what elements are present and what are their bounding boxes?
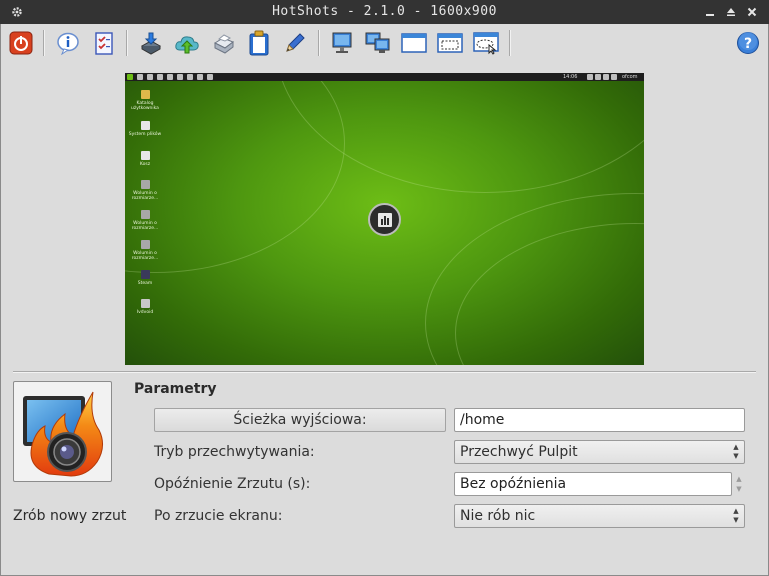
desktop-icon: Steam xyxy=(128,270,162,286)
desktop-icon: Wolumin o rozmiarze... xyxy=(128,180,162,201)
taskbar-icon xyxy=(197,74,203,80)
toolbar-separator xyxy=(126,30,127,56)
toolbar-separator xyxy=(318,30,319,56)
capture-mode-value: Przechwyć Pulpit xyxy=(460,444,578,460)
upload-icon[interactable] xyxy=(173,29,201,57)
desktop-icon: Wolumin o rozmiarze... xyxy=(128,240,162,261)
desktop-icon: Wolumin o rozmiarze... xyxy=(128,210,162,231)
app-logo-icon xyxy=(368,203,401,236)
menu-icon xyxy=(127,74,133,80)
maximize-icon[interactable] xyxy=(722,3,740,21)
close-icon[interactable] xyxy=(743,3,761,21)
tray-icon xyxy=(595,74,601,80)
output-path-button[interactable]: Ścieżka wyjściowa: xyxy=(154,408,446,432)
params-title: Parametry xyxy=(134,381,217,397)
title-bar: HotShots - 2.1.0 - 1600x900 xyxy=(0,0,769,24)
taskbar-icon xyxy=(177,74,183,80)
after-capture-select[interactable]: Nie rób nic ▲ ▼ xyxy=(454,504,745,528)
tray-icon xyxy=(587,74,593,80)
desktop-icon: System plików xyxy=(128,121,162,137)
window-title: HotShots - 2.1.0 - 1600x900 xyxy=(272,4,497,19)
taskbar-icon xyxy=(157,74,163,80)
delay-spinbox[interactable]: Bez opóźnienia xyxy=(454,472,732,496)
capture-mode-select[interactable]: Przechwyć Pulpit ▲ ▼ xyxy=(454,440,745,464)
after-capture-label: Po zrzucie ekranu: xyxy=(154,508,283,524)
desktop-icon: Ivdvoid xyxy=(128,299,162,315)
preview-clock: 14:06 xyxy=(563,74,578,80)
freehand-icon[interactable] xyxy=(472,29,500,57)
help-icon[interactable]: ? xyxy=(734,29,762,57)
edit-icon[interactable] xyxy=(281,29,309,57)
tasks-icon[interactable] xyxy=(90,29,118,57)
delay-spin-buttons[interactable]: ▲ ▼ xyxy=(733,472,745,496)
window-icon[interactable] xyxy=(400,29,428,57)
taskbar-icon xyxy=(207,74,213,80)
taskbar-icon xyxy=(167,74,173,80)
print-icon[interactable] xyxy=(209,29,237,57)
clipboard-icon[interactable] xyxy=(245,29,273,57)
screenshot-preview: 14:06 ofcom Katalog użytkownika System p… xyxy=(125,73,644,365)
hotshots-logo-icon xyxy=(22,391,103,477)
after-capture-value: Nie rób nic xyxy=(460,508,536,524)
toolbar-separator xyxy=(43,30,44,56)
minimize-icon[interactable] xyxy=(701,3,719,21)
about-icon[interactable] xyxy=(54,29,82,57)
capture-mode-label: Tryb przechwytywania: xyxy=(154,444,315,460)
new-shot-label[interactable]: Zrób nowy zrzut xyxy=(13,508,126,524)
multiscreen-icon[interactable] xyxy=(364,29,392,57)
tray-icon xyxy=(611,74,617,80)
output-path-field[interactable]: /home xyxy=(454,408,745,432)
preview-user: ofcom xyxy=(622,74,638,80)
chevron-updown-icon: ▲ ▼ xyxy=(733,443,739,460)
desktop-icon: Kosz xyxy=(128,151,162,167)
preview-taskbar: 14:06 ofcom xyxy=(125,73,644,81)
region-icon[interactable] xyxy=(436,29,464,57)
new-shot-button[interactable] xyxy=(13,381,112,482)
chevron-updown-icon: ▲ ▼ xyxy=(733,507,739,524)
spin-down-icon[interactable]: ▼ xyxy=(736,485,741,493)
save-icon[interactable] xyxy=(137,29,165,57)
svg-text:?: ? xyxy=(744,36,752,52)
taskbar-icon xyxy=(137,74,143,80)
toolbar: ? xyxy=(0,24,769,62)
screen-icon[interactable] xyxy=(328,29,356,57)
taskbar-icon xyxy=(187,74,193,80)
desktop-icon: Katalog użytkownika xyxy=(128,90,162,111)
spin-up-icon[interactable]: ▲ xyxy=(736,475,741,483)
section-divider xyxy=(13,371,756,372)
taskbar-icon xyxy=(147,74,153,80)
delay-label: Opóźnienie Zrzutu (s): xyxy=(154,476,311,492)
toolbar-separator xyxy=(509,30,510,56)
quit-icon[interactable] xyxy=(7,29,35,57)
tray-icon xyxy=(603,74,609,80)
